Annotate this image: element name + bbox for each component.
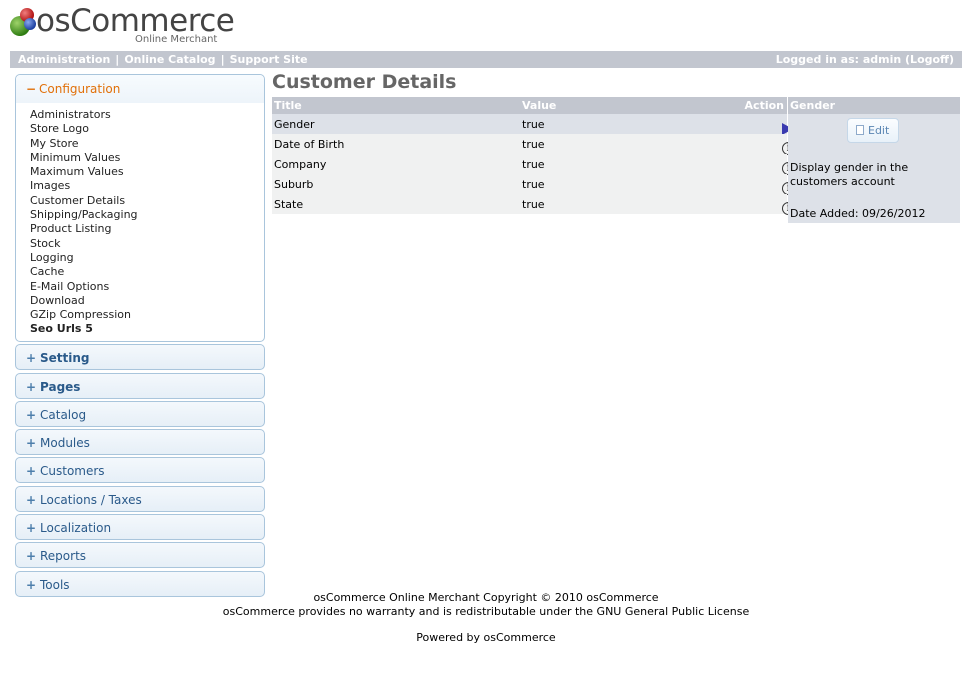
row-title: State xyxy=(274,198,304,211)
table-row[interactable]: Company true i xyxy=(272,154,795,175)
sidebar-section-label: Localization xyxy=(40,521,112,536)
row-title: Date of Birth xyxy=(274,138,345,151)
menu-item-email-options[interactable]: E-Mail Options xyxy=(30,280,264,294)
menu-item-store-logo[interactable]: Store Logo xyxy=(30,122,264,136)
page-title: Customer Details xyxy=(272,71,457,93)
sidebar-section-pages[interactable]: + Pages xyxy=(15,372,265,399)
online-catalog-link[interactable]: Online Catalog xyxy=(124,53,215,66)
menu-item-minimum-values[interactable]: Minimum Values xyxy=(30,151,264,165)
sidebar-section-label: Tools xyxy=(40,577,70,592)
row-value: true xyxy=(522,118,545,131)
logged-in-status: Logged in as: admin (Logoff) xyxy=(776,53,954,66)
expand-icon: + xyxy=(26,351,37,366)
sidebar-section-label: Pages xyxy=(40,379,81,394)
sidebar-section-customers[interactable]: + Customers xyxy=(15,457,265,484)
table-row[interactable]: Gender true xyxy=(272,114,793,135)
info-box: Gender Edit Display gender in the custom… xyxy=(788,97,960,223)
sidebar-section-configuration: − Configuration Administrators Store Logo… xyxy=(15,74,265,342)
expand-icon: + xyxy=(26,521,37,536)
menu-item-download[interactable]: Download xyxy=(30,294,264,308)
table-row[interactable]: Date of Birth true i xyxy=(272,134,795,155)
menu-item-gzip-compression[interactable]: GZip Compression xyxy=(30,308,264,322)
menu-item-stock[interactable]: Stock xyxy=(30,237,264,251)
top-navigation-bar: Administration | Online Catalog | Support Si… xyxy=(10,51,962,68)
menu-item-product-listing[interactable]: Product Listing xyxy=(30,222,264,236)
menu-item-cache[interactable]: Cache xyxy=(30,265,264,279)
logo-balls-icon xyxy=(10,8,38,38)
row-value: true xyxy=(522,178,545,191)
menu-item-customer-details[interactable]: Customer Details xyxy=(30,194,264,208)
menu-item-maximum-values[interactable]: Maximum Values xyxy=(30,165,264,179)
row-title: Gender xyxy=(274,118,315,131)
expand-icon: + xyxy=(26,549,37,564)
sidebar-section-setting[interactable]: + Setting xyxy=(15,344,265,371)
administration-link[interactable]: Administration xyxy=(18,53,110,66)
footer: osCommerce Online Merchant Copyright © 2… xyxy=(0,591,972,645)
logoff-link[interactable]: Logged in as: admin (Logoff) xyxy=(776,53,954,66)
sidebar-section-locations-taxes[interactable]: + Locations / Taxes xyxy=(15,485,265,512)
configuration-menu: Administrators Store Logo My Store Minim… xyxy=(16,103,264,337)
sidebar-section-label: Customers xyxy=(40,464,105,479)
edit-button[interactable]: Edit xyxy=(847,118,899,143)
column-header-action: Action xyxy=(744,99,784,112)
row-value: true xyxy=(522,158,545,171)
column-header-title: Title xyxy=(274,99,302,112)
collapse-icon: − xyxy=(26,82,37,96)
sidebar-section-label: Catalog xyxy=(40,407,87,422)
configuration-table: Title Value Action Gender true Date of B… xyxy=(272,97,795,215)
support-site-link[interactable]: Support Site xyxy=(230,53,308,66)
row-value: true xyxy=(522,198,545,211)
sidebar-section-reports[interactable]: + Reports xyxy=(15,542,265,569)
document-icon xyxy=(856,125,864,135)
table-row[interactable]: Suburb true i xyxy=(272,174,795,195)
top-links: Administration | Online Catalog | Support Si… xyxy=(18,53,308,66)
separator: | xyxy=(115,53,120,66)
expand-icon: + xyxy=(26,436,37,451)
sidebar-section-label: Modules xyxy=(40,436,90,451)
row-title: Suburb xyxy=(274,178,314,191)
menu-item-logging[interactable]: Logging xyxy=(30,251,264,265)
sidebar-section-catalog[interactable]: + Catalog xyxy=(15,400,265,427)
sidebar: − Configuration Administrators Store Logo… xyxy=(15,74,265,597)
expand-icon: + xyxy=(26,577,37,592)
expand-icon: + xyxy=(26,464,37,479)
footer-powered-by: Powered by osCommerce xyxy=(416,631,556,644)
edit-button-label: Edit xyxy=(868,124,890,137)
info-date-added: Date Added: 09/26/2012 xyxy=(790,207,926,220)
menu-item-seo-urls-5[interactable]: Seo Urls 5 xyxy=(30,322,264,336)
sidebar-section-label: Reports xyxy=(40,549,87,564)
menu-item-administrators[interactable]: Administrators xyxy=(30,108,264,122)
expand-icon: + xyxy=(26,407,37,422)
sidebar-section-label: Configuration xyxy=(39,82,121,96)
menu-item-my-store[interactable]: My Store xyxy=(30,137,264,151)
expand-icon: + xyxy=(26,379,37,394)
menu-item-shipping-packaging[interactable]: Shipping/Packaging xyxy=(30,208,264,222)
footer-copyright: osCommerce Online Merchant Copyright © 2… xyxy=(313,591,659,604)
sidebar-section-label: Locations / Taxes xyxy=(40,492,142,507)
footer-license: osCommerce provides no warranty and is r… xyxy=(222,604,750,618)
expand-icon: + xyxy=(26,492,37,507)
menu-item-images[interactable]: Images xyxy=(30,179,264,193)
table-header: Title Value Action xyxy=(272,97,787,114)
row-value: true xyxy=(522,138,545,151)
column-header-value: Value xyxy=(522,99,557,112)
sidebar-section-localization[interactable]: + Localization xyxy=(15,514,265,541)
table-row[interactable]: State true i xyxy=(272,194,795,215)
separator: | xyxy=(220,53,225,66)
sidebar-section-modules[interactable]: + Modules xyxy=(15,429,265,456)
sidebar-section-label: Setting xyxy=(40,351,90,366)
sidebar-section-header[interactable]: − Configuration xyxy=(16,75,264,103)
logo-subtitle: Online Merchant xyxy=(135,34,218,45)
info-box-heading: Gender xyxy=(788,97,960,114)
row-title: Company xyxy=(274,158,327,171)
info-description: Display gender in the customers account xyxy=(790,161,909,188)
oscommerce-logo[interactable]: osCommerce Online Merchant xyxy=(10,3,235,46)
